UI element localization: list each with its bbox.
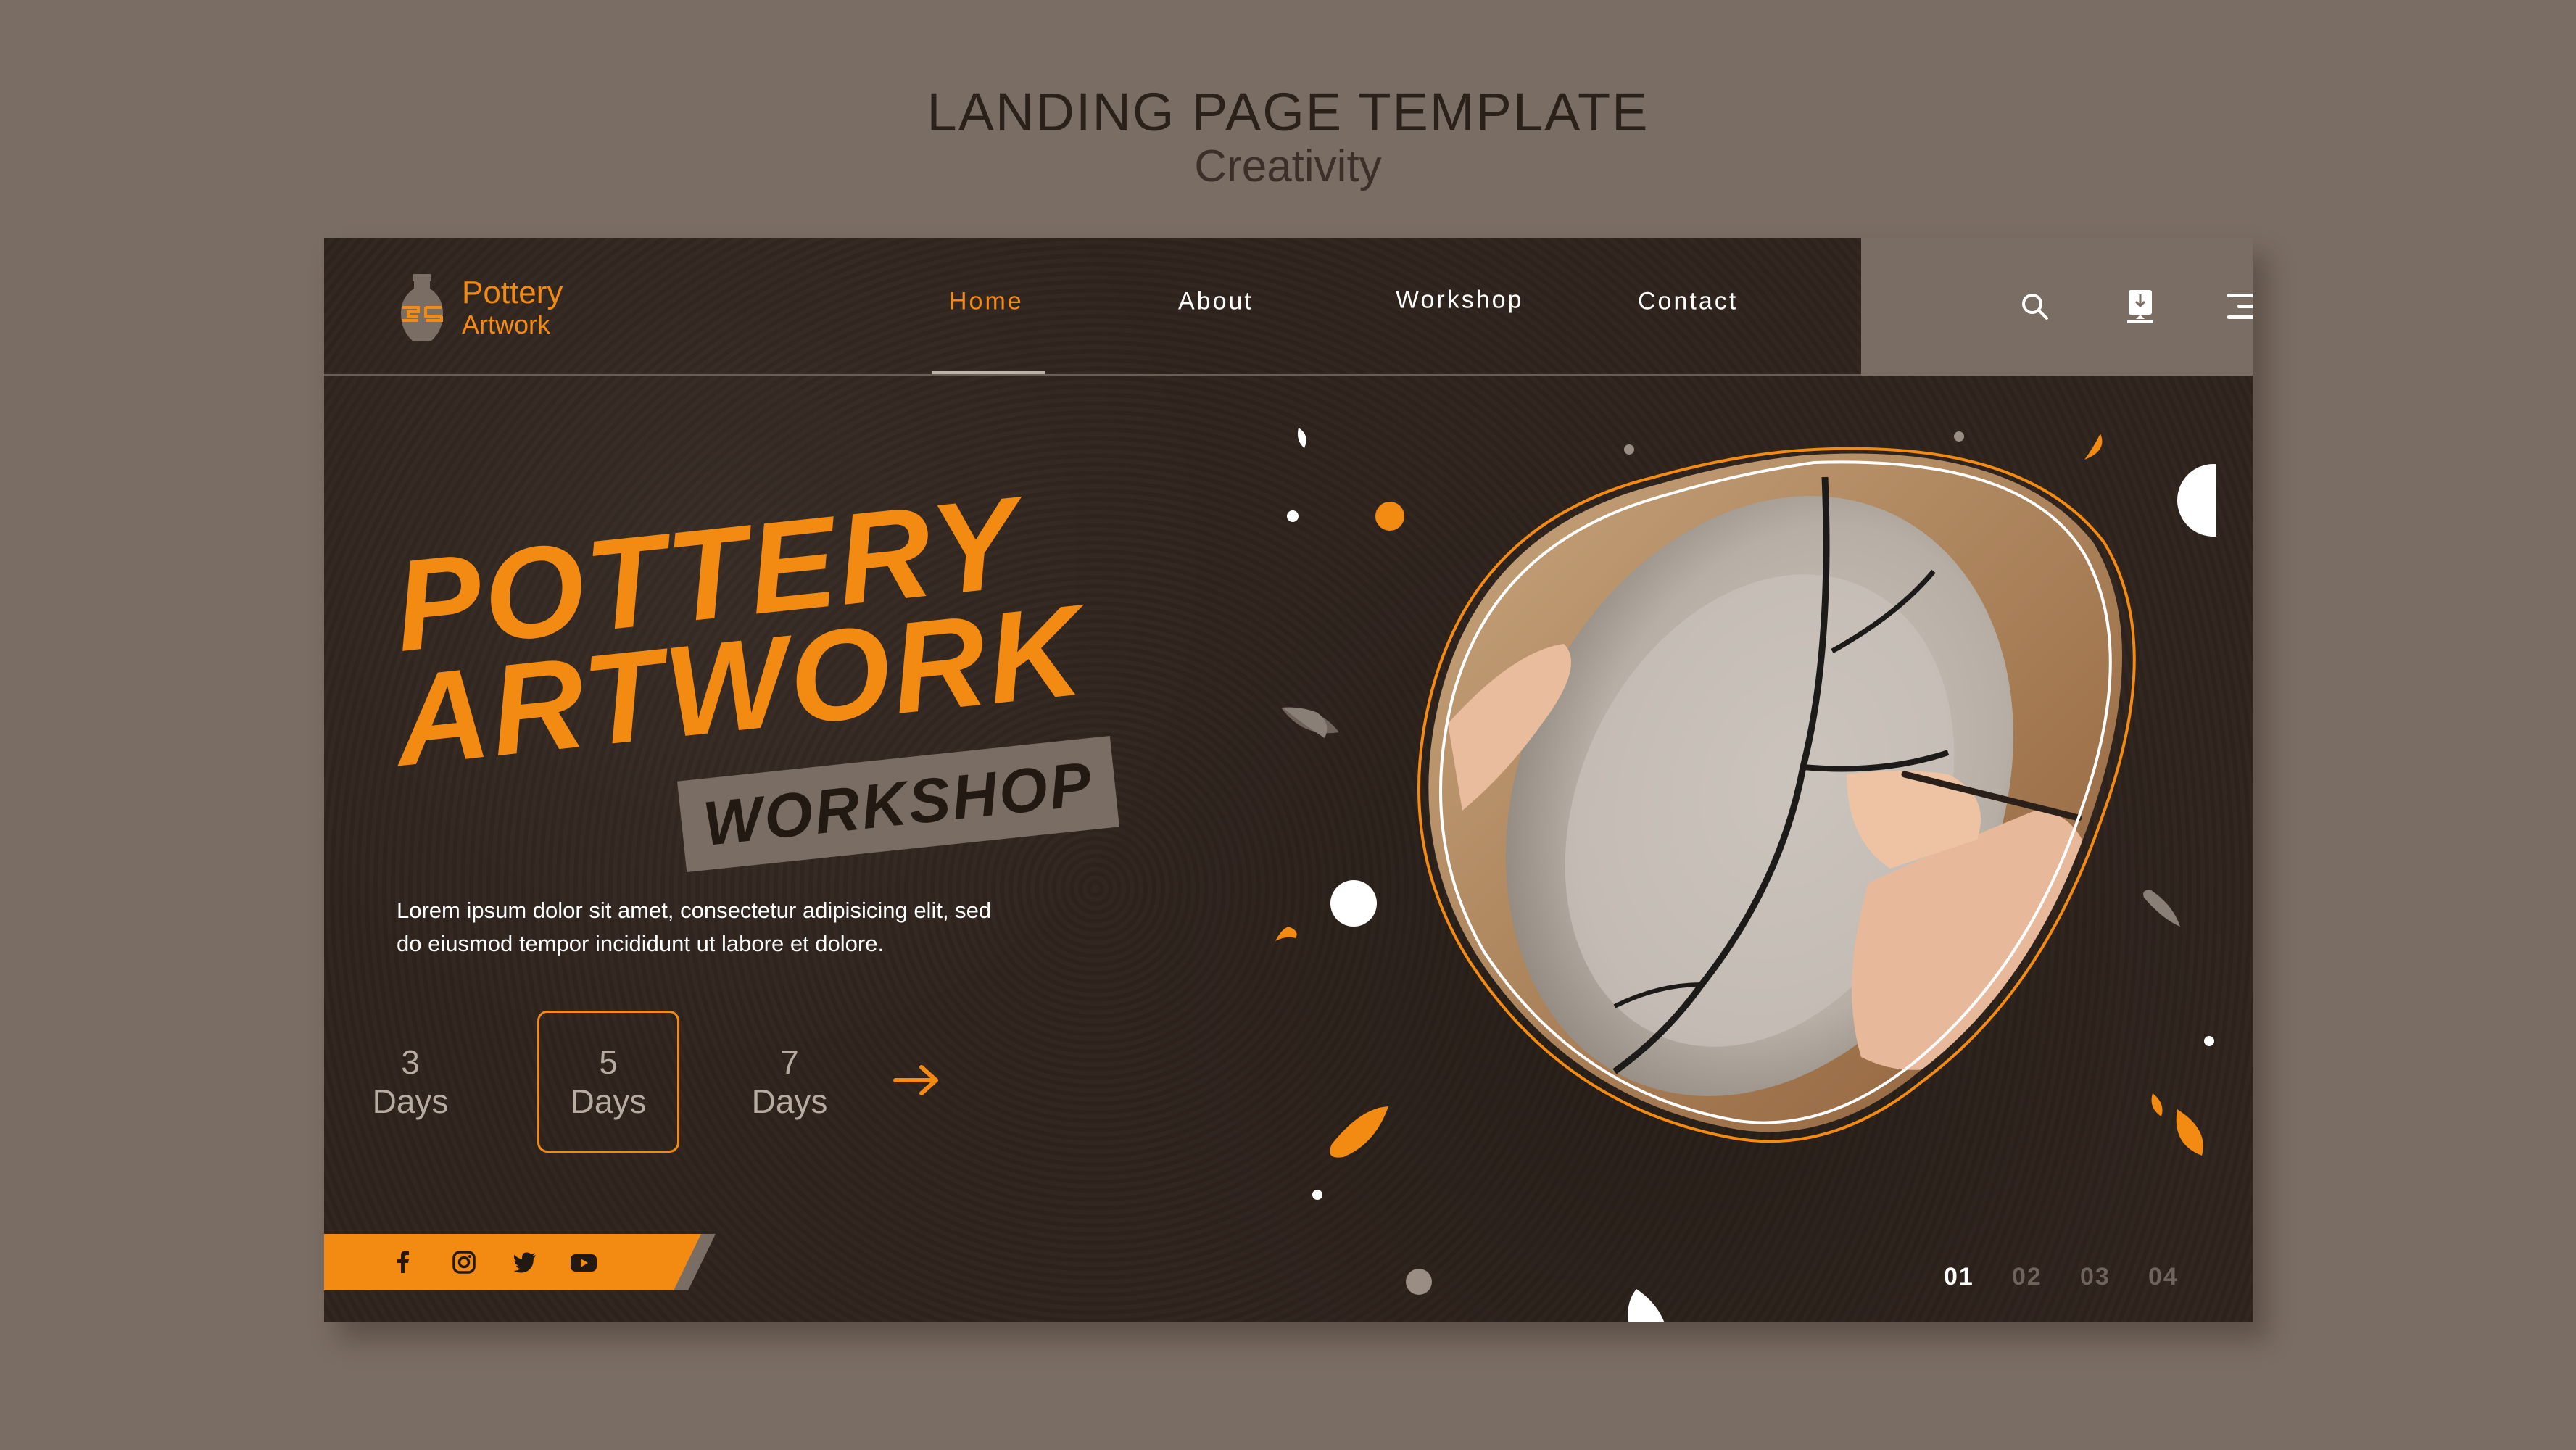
download-icon [2127, 290, 2153, 323]
duration-number: 7 [780, 1043, 799, 1081]
template-heading: LANDING PAGE TEMPLATE [927, 82, 1649, 142]
navbar-actions [1861, 238, 2253, 376]
duration-option-7[interactable]: 7 Days [718, 1011, 861, 1153]
duration-option-5[interactable]: 5 Days [537, 1011, 679, 1153]
youtube-icon[interactable] [569, 1250, 598, 1275]
template-subheading: Creativity [1194, 141, 1382, 191]
page-indicator-01[interactable]: 01 [1944, 1263, 1974, 1291]
duration-unit: Days [372, 1082, 449, 1120]
next-arrow-icon[interactable] [890, 1058, 948, 1102]
page-indicator-02[interactable]: 02 [2012, 1263, 2042, 1291]
brand-name-line1: Pottery [462, 275, 563, 310]
active-nav-underline [932, 371, 1045, 374]
hero-description-line2: do eiusmod tempor incididunt ut labore e… [397, 931, 885, 956]
hero-description-line1: Lorem ipsum dolor sit amet, consectetur … [397, 898, 992, 923]
nav-contact[interactable]: Contact [1638, 288, 1738, 316]
vase-icon [401, 274, 443, 341]
nav-about[interactable]: About [1178, 288, 1254, 316]
instagram-icon[interactable] [452, 1250, 476, 1275]
twitter-icon[interactable] [513, 1250, 537, 1275]
search-button[interactable] [2010, 281, 2061, 332]
duration-unit: Days [570, 1082, 647, 1120]
menu-icon [2227, 294, 2253, 319]
duration-number: 5 [599, 1043, 618, 1081]
page-indicator-03[interactable]: 03 [2080, 1263, 2111, 1291]
download-button[interactable] [2115, 281, 2166, 332]
decorative-shapes [1275, 428, 2216, 1322]
duration-number: 3 [401, 1043, 420, 1081]
duration-option-3[interactable]: 3 Days [324, 1011, 497, 1153]
nav-home[interactable]: Home [949, 288, 1024, 316]
facebook-icon[interactable] [391, 1250, 415, 1275]
menu-button[interactable] [2220, 281, 2253, 332]
navigation-bar: Pottery Artwork Home About Workshop Cont… [324, 238, 1861, 376]
hero-description: Lorem ipsum dolor sit amet, consectetur … [397, 894, 1064, 961]
brand-name-line2: Artwork [462, 310, 551, 339]
landing-page-frame: Pottery Artwork Home About Workshop Cont… [324, 238, 2253, 1322]
duration-unit: Days [751, 1082, 828, 1120]
brand-logo[interactable]: Pottery Artwork [397, 273, 563, 345]
nav-workshop[interactable]: Workshop [1396, 286, 1523, 315]
search-icon [2022, 294, 2048, 320]
page-indicator-04[interactable]: 04 [2148, 1263, 2179, 1291]
